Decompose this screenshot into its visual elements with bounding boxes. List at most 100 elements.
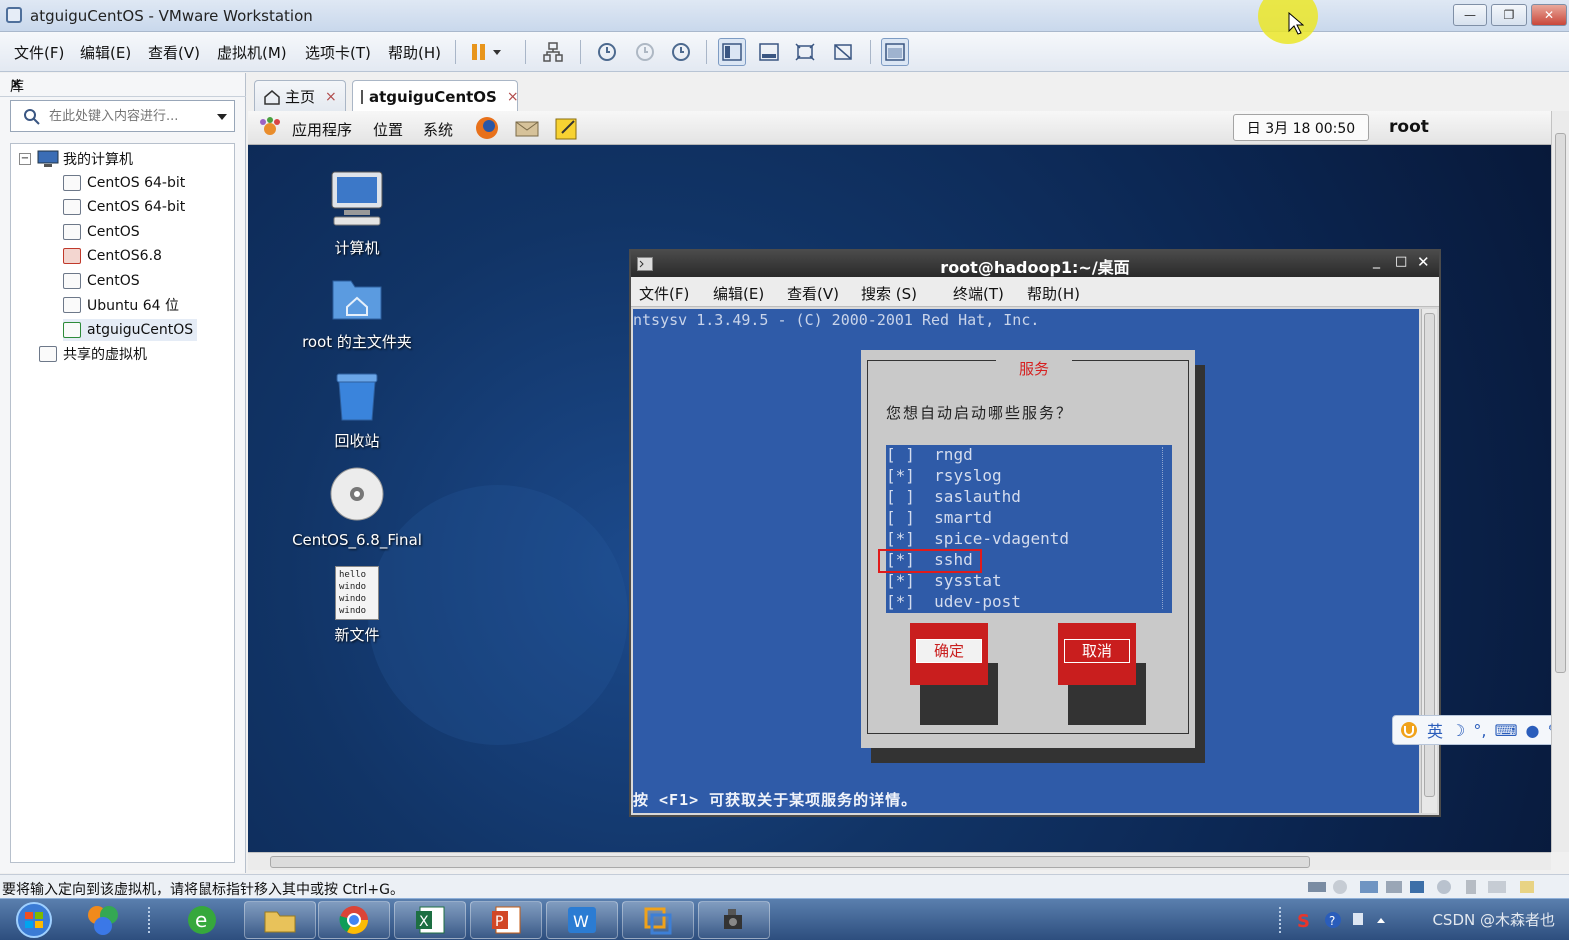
thumbnail-bar-button[interactable] <box>755 38 783 66</box>
menu-system[interactable]: 系统 <box>423 119 453 140</box>
service-row[interactable]: [*] udev-post <box>886 592 1021 613</box>
ok-button[interactable]: 确定 <box>910 623 988 685</box>
revert-snapshot-button[interactable] <box>630 38 658 66</box>
tree-item-vm[interactable]: CentOS 64-bit <box>63 172 185 194</box>
desktop-icon-home-folder[interactable]: root 的主文件夹 <box>272 271 442 352</box>
service-row[interactable]: [ ] smartd <box>886 508 992 529</box>
terminal-menu-edit[interactable]: 编辑(E) <box>713 283 764 304</box>
snapshot-manager-button[interactable] <box>666 38 694 66</box>
service-checkbox[interactable]: [*] <box>886 466 915 485</box>
desktop-icon-new-file[interactable]: hello windo windo windo 新文件 <box>272 566 442 645</box>
ime-toolbar[interactable]: 英 ☽ °, ⌨ ● ✎ <box>1392 715 1568 745</box>
unity-button[interactable] <box>829 38 857 66</box>
console-view-button[interactable] <box>881 38 909 66</box>
taskbar-camera[interactable] <box>698 901 770 939</box>
vm-hscroll-thumb[interactable] <box>270 856 1310 868</box>
panel-clock[interactable]: 日 3月 18 00:50 <box>1233 114 1369 141</box>
petal-app-icon[interactable] <box>84 903 122 937</box>
menu-places[interactable]: 位置 <box>373 119 403 140</box>
desktop-icon-computer[interactable]: 计算机 <box>272 169 442 258</box>
snapshot-button[interactable] <box>592 38 620 66</box>
vm-console[interactable]: 应用程序 位置 系统 日 3月 18 00:50 root 计算机 root 的… <box>248 111 1551 852</box>
tray-icons[interactable]: S? <box>1297 909 1393 931</box>
terminal-menu-view[interactable]: 查看(V) <box>787 283 839 304</box>
mail-icon[interactable] <box>514 116 542 140</box>
service-list-scrollbar[interactable] <box>1162 447 1170 609</box>
terminal-title-bar[interactable]: root@hadoop1:~/桌面 _ □ ✕ <box>631 251 1439 277</box>
terminal-menu-file[interactable]: 文件(F) <box>639 283 689 304</box>
library-search-input[interactable] <box>49 106 199 126</box>
gnome-foot-icon[interactable] <box>258 116 282 140</box>
terminal-minimize-button[interactable]: _ <box>1373 253 1380 269</box>
library-close-button[interactable]: ✕ <box>10 75 236 93</box>
cancel-button[interactable]: 取消 <box>1058 623 1136 685</box>
tree-item-vm[interactable]: CentOS <box>63 221 140 243</box>
taskbar-powerpoint[interactable]: P <box>470 901 542 939</box>
vm-vscroll-thumb[interactable] <box>1555 133 1566 673</box>
menu-vm[interactable]: 虚拟机(M) <box>217 42 287 63</box>
terminal-maximize-button[interactable]: □ <box>1395 254 1407 269</box>
vm-vertical-scrollbar[interactable] <box>1551 111 1569 852</box>
terminal-menu-help[interactable]: 帮助(H) <box>1027 283 1080 304</box>
tree-item-vm[interactable]: CentOS 64-bit <box>63 196 185 218</box>
taskbar-vmware[interactable] <box>622 901 694 939</box>
vm-horizontal-scrollbar[interactable] <box>248 852 1551 870</box>
menu-edit[interactable]: 编辑(E) <box>80 42 131 63</box>
terminal-menu-search[interactable]: 搜索 (S) <box>861 283 917 304</box>
full-screen-button[interactable] <box>791 38 819 66</box>
menu-tabs[interactable]: 选项卡(T) <box>305 42 371 63</box>
tree-item-vm[interactable]: Ubuntu 64 位 <box>63 294 179 316</box>
close-button[interactable]: ✕ <box>1531 4 1567 26</box>
text-editor-icon[interactable] <box>554 115 580 141</box>
ime-language[interactable]: 英 <box>1427 718 1443 742</box>
tab-close-icon[interactable]: × <box>325 89 337 105</box>
chevron-down-icon[interactable] <box>216 113 228 121</box>
menu-applications[interactable]: 应用程序 <box>292 119 352 140</box>
tree-item-shared-vms[interactable]: 共享的虚拟机 <box>39 343 147 365</box>
desktop-icon-trash[interactable]: 回收站 <box>272 368 442 451</box>
taskbar-excel[interactable]: X <box>394 901 466 939</box>
terminal-close-button[interactable]: ✕ <box>1417 253 1430 271</box>
firefox-icon[interactable] <box>474 115 500 141</box>
windows-start-icon[interactable] <box>10 901 58 939</box>
library-search-box[interactable] <box>10 100 235 132</box>
service-row[interactable]: [ ] saslauthd <box>886 487 1021 508</box>
punctuation-icon[interactable]: °, <box>1473 721 1486 740</box>
taskbar-explorer[interactable] <box>244 901 316 939</box>
send-ctrl-alt-del-button[interactable] <box>539 38 567 66</box>
pause-button[interactable] <box>466 38 506 66</box>
tab-atguigucentos[interactable]: atguiguCentOS × <box>352 80 519 112</box>
maximize-button[interactable]: ❐ <box>1491 4 1527 26</box>
tree-item-vm[interactable]: CentOS <box>63 270 140 292</box>
taskbar-chrome[interactable] <box>318 901 390 939</box>
service-row[interactable]: [*] rsyslog <box>886 466 1002 487</box>
keyboard-icon[interactable]: ⌨ <box>1494 721 1517 740</box>
service-row[interactable]: [*] sysstat <box>886 571 1002 592</box>
collapse-icon[interactable]: − <box>19 153 31 165</box>
terminal-screen[interactable]: ntsysv 1.3.49.5 - (C) 2000-2001 Red Hat,… <box>633 309 1419 813</box>
service-row[interactable]: [*] spice-vdagentd <box>886 529 1069 550</box>
terminal-window[interactable]: root@hadoop1:~/桌面 _ □ ✕ 文件(F) 编辑(E) 查看(V… <box>629 249 1441 817</box>
show-library-button[interactable] <box>718 38 746 66</box>
service-row[interactable]: [ ] rngd <box>886 445 973 466</box>
minimize-button[interactable]: — <box>1453 4 1487 26</box>
user-icon[interactable]: ● <box>1526 721 1540 740</box>
menu-file[interactable]: 文件(F) <box>14 42 64 63</box>
terminal-menu-terminal[interactable]: 终端(T) <box>953 283 1004 304</box>
menu-view[interactable]: 查看(V) <box>148 42 200 63</box>
service-checkbox[interactable]: [ ] <box>886 487 915 506</box>
panel-user[interactable]: root <box>1389 117 1429 137</box>
tab-close-icon[interactable]: × <box>507 89 519 105</box>
tree-item-vm[interactable]: CentOS6.8 <box>63 245 162 267</box>
desktop-icon-cdrom[interactable]: CentOS_6.8_Final <box>272 465 442 549</box>
ie-browser-icon[interactable]: e <box>184 903 220 937</box>
taskbar-word[interactable]: W <box>546 901 618 939</box>
tree-item-vm-selected[interactable]: atguiguCentOS <box>63 319 198 341</box>
tree-item-my-computer[interactable]: − 我的计算机 <box>19 148 133 170</box>
moon-icon[interactable]: ☽ <box>1451 721 1465 740</box>
service-checkbox[interactable]: [*] <box>886 592 915 611</box>
service-checkbox[interactable]: [ ] <box>886 508 915 527</box>
device-status-icons[interactable] <box>1306 878 1536 896</box>
service-checkbox[interactable]: [ ] <box>886 445 915 464</box>
menu-help[interactable]: 帮助(H) <box>388 42 441 63</box>
